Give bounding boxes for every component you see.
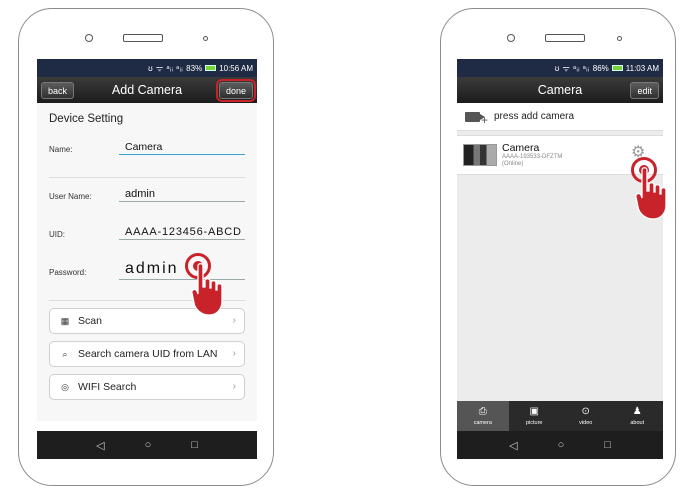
person-icon: ♟ (632, 406, 642, 417)
camera-status: (Online) (502, 161, 524, 167)
wifi-search-button[interactable]: ◎ WIFI Search › (49, 374, 245, 400)
chevron-right-icon: › (232, 348, 236, 359)
page-title: Camera (537, 83, 583, 97)
back-button[interactable]: back (41, 82, 75, 99)
qr-code-icon: ▦ (60, 315, 70, 326)
battery-percent: 86% (592, 63, 609, 73)
tab-camera-label: camera (473, 420, 492, 426)
left-phone: ʊ ᯤ ᵃᵢᵢ ᵃᵢᵢ 83% 10:56 AM back Add Camera… (18, 8, 274, 486)
username-field[interactable]: admin (119, 188, 245, 202)
tab-video[interactable]: ⊙ video (560, 401, 612, 431)
pointing-hand-icon (635, 167, 667, 220)
camera-icon: ⎙ (478, 406, 487, 417)
sensor-dot (203, 36, 208, 41)
camera-info: Camera AAAA-193533-DFZTM (Online) (502, 142, 562, 168)
front-camera-dot (507, 34, 515, 42)
video-camera-icon (465, 111, 485, 122)
chevron-right-icon: › (232, 315, 236, 326)
camera-thumbnail (463, 144, 497, 166)
tab-about[interactable]: ♟ about (612, 401, 664, 431)
speaker-grille (545, 34, 585, 42)
status-bar: ʊ ᯤ ᵃᵢᵢ ᵃᵢᵢ 83% 10:56 AM (37, 59, 257, 77)
bottom-tab-bar: ⎙ camera ▣ picture ⊙ video ♟ about (457, 401, 663, 431)
plus-icon: + (481, 113, 489, 127)
camera-name: Camera (502, 142, 540, 154)
username-row: User Name: admin (49, 184, 245, 222)
stage: ʊ ᯤ ᵃᵢᵢ ᵃᵢᵢ 83% 10:56 AM back Add Camera… (0, 0, 681, 492)
search-icon: ⌕ (62, 348, 68, 359)
divider (49, 177, 245, 178)
nav-back-icon[interactable]: ◁ (96, 439, 104, 452)
wifi-icon: ◎ (61, 381, 69, 392)
status-time: 10:56 AM (219, 63, 253, 73)
picture-icon: ▣ (529, 406, 539, 417)
scan-label: Scan (78, 315, 102, 327)
nav-recent-icon[interactable]: □ (604, 439, 611, 451)
battery-icon (205, 65, 217, 71)
pointing-hand-icon (191, 263, 223, 316)
nav-back-icon[interactable]: ◁ (509, 439, 517, 452)
uid-label: UID: (49, 230, 65, 239)
speaker-grille (123, 34, 163, 42)
status-bar: ʊ ᯤ ᵃᵢᵢ ᵃᵢᵢ 86% 11:03 AM (457, 59, 663, 77)
title-bar: Camera edit (457, 77, 663, 103)
battery-percent: 83% (186, 63, 203, 73)
signal-icons: ʊ ᯤ ᵃᵢᵢ ᵃᵢᵢ (148, 63, 184, 73)
name-label: Name: (49, 145, 73, 154)
tap-hand-indicator (185, 253, 229, 323)
edit-button[interactable]: edit (630, 82, 659, 99)
chevron-right-icon: › (232, 381, 236, 392)
sensor-dot (617, 36, 622, 41)
video-icon: ⊙ (581, 406, 590, 417)
tab-picture-label: picture (525, 420, 543, 426)
nav-recent-icon[interactable]: □ (191, 439, 198, 451)
title-bar: back Add Camera done (37, 77, 257, 103)
tap-hand-indicator (631, 157, 675, 227)
tab-picture[interactable]: ▣ picture (509, 401, 561, 431)
camera-uid: AAAA-193533-DFZTM (502, 154, 563, 160)
uid-field[interactable]: AAAA-123456-ABCD (119, 226, 245, 240)
front-camera-dot (85, 34, 93, 42)
signal-icons: ʊ ᯤ ᵃᵢᵢ ᵃᵢᵢ (554, 63, 590, 73)
name-field[interactable]: Camera (119, 141, 245, 155)
tab-about-label: about (630, 420, 645, 426)
nav-home-icon[interactable]: ○ (145, 439, 152, 451)
username-label: User Name: (49, 192, 92, 201)
status-time: 11:03 AM (625, 63, 659, 73)
done-button[interactable]: done (215, 79, 257, 102)
nav-home-icon[interactable]: ○ (558, 439, 565, 451)
tab-video-label: video (579, 420, 593, 426)
camera-list: + press add camera Camera AAAA-193533-DF… (457, 103, 663, 431)
system-nav-bar: ◁ ○ □ (37, 431, 257, 459)
wifi-search-label: WIFI Search (78, 381, 137, 393)
add-camera-row[interactable]: + press add camera (457, 103, 663, 131)
tab-camera[interactable]: ⎙ camera (457, 401, 509, 431)
section-title: Device Setting (49, 113, 124, 125)
search-lan-label: Search camera UID from LAN (78, 348, 218, 360)
page-title: Add Camera (111, 83, 183, 97)
battery-icon (611, 65, 623, 71)
search-lan-button[interactable]: ⌕ Search camera UID from LAN › (49, 341, 245, 367)
name-row: Name: Camera (49, 137, 245, 175)
system-nav-bar: ◁ ○ □ (457, 431, 663, 459)
password-label: Password: (49, 268, 87, 277)
right-phone: ʊ ᯤ ᵃᵢᵢ ᵃᵢᵢ 86% 11:03 AM Camera edit + p… (440, 8, 676, 486)
right-screen: ʊ ᯤ ᵃᵢᵢ ᵃᵢᵢ 86% 11:03 AM Camera edit + p… (457, 59, 663, 459)
add-camera-label: press add camera (494, 111, 575, 122)
